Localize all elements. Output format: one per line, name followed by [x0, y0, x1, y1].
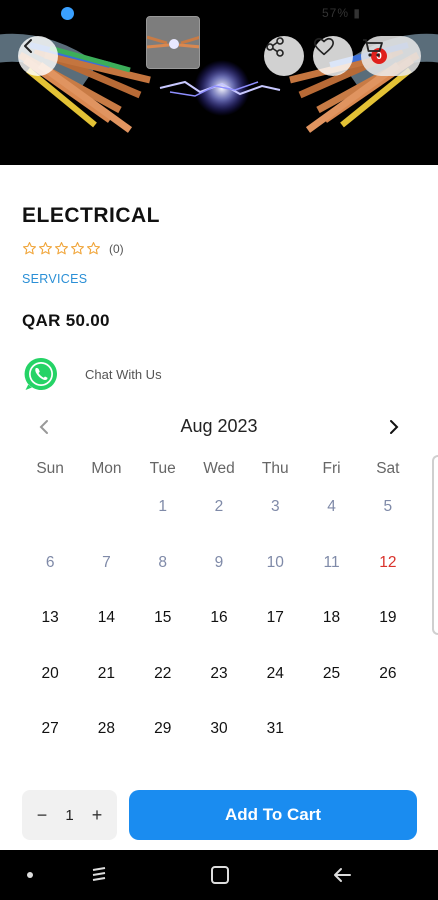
star-icon [39, 242, 52, 255]
calendar-day[interactable]: 17 [247, 609, 303, 627]
recent-apps-button[interactable] [77, 850, 121, 900]
chat-label: Chat With Us [85, 366, 162, 382]
chat-with-us-button[interactable]: Chat With Us [22, 355, 162, 393]
calendar-day[interactable]: 19 [360, 609, 416, 627]
star-icon [55, 242, 68, 255]
next-month-button[interactable] [386, 416, 402, 443]
calendar-week-row: 13 14 15 16 17 18 19 [22, 609, 416, 665]
thumbnail-image [147, 17, 199, 68]
home-button[interactable] [198, 850, 242, 900]
calendar-day-today: 12 [379, 553, 397, 571]
star-icon [23, 242, 36, 255]
chevron-right-icon [390, 420, 399, 434]
rating-stars [22, 241, 101, 256]
calendar-day[interactable]: 27 [22, 720, 78, 738]
notification-dot-icon [61, 7, 74, 20]
system-back-button[interactable] [320, 850, 364, 900]
calendar-week-row: 20 21 22 23 24 25 26 [22, 665, 416, 721]
recent-apps-icon [92, 867, 106, 881]
calendar-day[interactable]: 15 [135, 609, 191, 627]
calendar-day[interactable]: 31 [247, 720, 303, 738]
calendar-day[interactable]: 16 [191, 609, 247, 627]
calendar-day-disabled: 7 [102, 553, 111, 571]
arrow-left-icon [24, 39, 32, 53]
calendar-header: Aug 2023 [22, 414, 416, 442]
calendar-day[interactable]: 28 [78, 720, 134, 738]
calendar-grid: Sun Mon Tue Wed Thu Fri Sat 1 2 3 4 5 6 7 8 9 10 11 12 13 14… [22, 460, 416, 776]
rating-count: (0) [109, 241, 124, 256]
calendar-day-disabled: 10 [266, 553, 284, 571]
heart-icon [314, 37, 334, 56]
calendar-day-disabled: 2 [214, 498, 224, 515]
calendar-day[interactable]: 22 [135, 665, 191, 683]
calendar-day[interactable]: 23 [191, 665, 247, 683]
home-icon [211, 866, 229, 884]
back-arrow-icon [334, 868, 351, 882]
calendar-day[interactable]: 26 [360, 665, 416, 683]
calendar-week-row: 27 28 29 30 31 [22, 720, 416, 776]
edge-panel-handle[interactable] [432, 455, 438, 635]
calendar-day[interactable]: 13 [22, 609, 78, 627]
calendar-day[interactable]: 20 [22, 665, 78, 683]
calendar-day[interactable]: 18 [303, 609, 359, 627]
cart-icon [363, 39, 383, 57]
calendar-day[interactable]: 24 [247, 665, 303, 683]
status-bar: 57% ▮ [0, 0, 438, 28]
weekday-label: Mon [91, 460, 122, 477]
category-link[interactable]: SERVICES [22, 272, 87, 286]
calendar-day-disabled: 3 [270, 498, 280, 515]
calendar-day-disabled: 6 [45, 553, 55, 571]
quantity-decrease-button[interactable]: − [32, 805, 52, 826]
product-title: ELECTRICAL [22, 204, 160, 227]
rating: (0) [22, 241, 124, 256]
calendar-day-disabled: 11 [323, 553, 340, 571]
weekday-label: Fri [322, 460, 341, 477]
calendar-day[interactable]: 21 [78, 665, 134, 683]
dot-icon [27, 872, 33, 878]
calendar-day-disabled: 9 [214, 553, 224, 571]
battery-status: 57% ▮ [322, 6, 361, 20]
calendar-week-row: 1 2 3 4 5 [22, 498, 416, 554]
cart-button[interactable]: 0 [361, 36, 421, 76]
weekday-label: Wed [203, 460, 235, 477]
calendar-day-disabled: 4 [327, 498, 336, 515]
weekday-label: Tue [149, 460, 176, 477]
favorite-button[interactable] [313, 36, 353, 76]
image-thumbnail[interactable] [146, 16, 200, 69]
star-icon [87, 242, 100, 255]
calendar-day[interactable]: 30 [191, 720, 247, 738]
calendar-day-disabled: 8 [158, 553, 168, 571]
add-to-cart-button[interactable]: Add To Cart [129, 790, 417, 840]
quantity-increase-button[interactable]: + [87, 805, 107, 826]
calendar-week-row: 6 7 8 9 10 11 12 [22, 554, 416, 610]
calendar-day[interactable]: 14 [78, 609, 134, 627]
product-price: QAR 50.00 [22, 311, 110, 330]
weekday-label: Thu [261, 460, 289, 477]
calendar-day[interactable]: 29 [135, 720, 191, 738]
whatsapp-icon [24, 357, 57, 390]
calendar-day-disabled: 5 [383, 498, 393, 515]
weekday-label: Sun [36, 460, 64, 477]
app-root: 57% ▮ ELECTRICAL (0) SERVICES QAR 50.00 … [0, 0, 438, 900]
nav-dot-button[interactable] [10, 850, 50, 900]
star-icon [71, 242, 84, 255]
calendar-day[interactable]: 25 [303, 665, 359, 683]
quantity-value: 1 [65, 806, 74, 824]
back-button[interactable] [18, 36, 58, 76]
share-icon [266, 37, 284, 57]
calendar-month-label: Aug 2023 [180, 416, 258, 436]
calendar-day-disabled: 1 [158, 498, 168, 515]
quantity-stepper: − 1 + [22, 790, 117, 840]
weekday-header-row: Sun Mon Tue Wed Thu Fri Sat [22, 460, 416, 498]
product-image-banner: 57% ▮ [0, 0, 438, 165]
share-button[interactable] [264, 36, 304, 76]
weekday-label: Sat [376, 460, 400, 477]
system-navigation-bar [0, 850, 438, 900]
